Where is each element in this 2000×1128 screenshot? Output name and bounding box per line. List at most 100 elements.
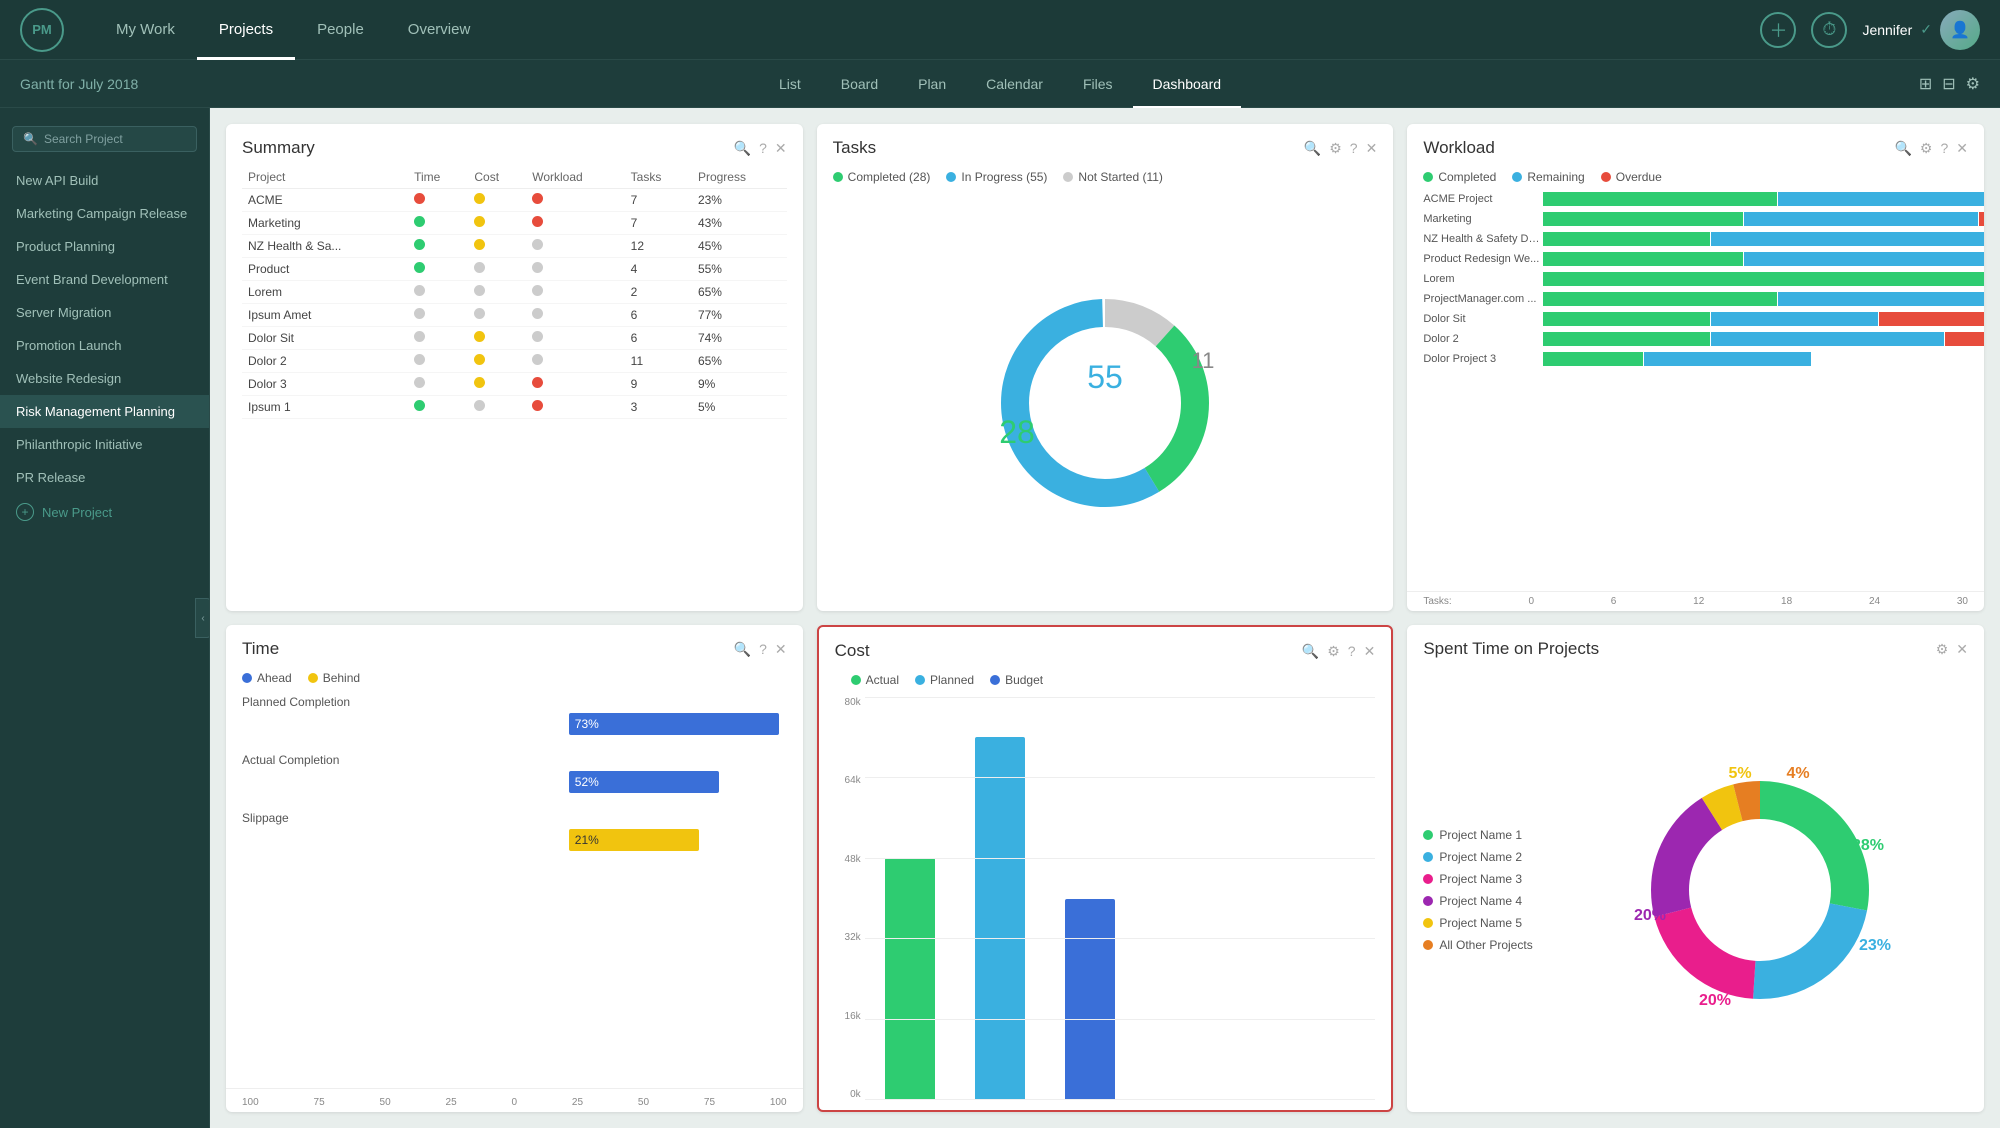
sidebar-item-4[interactable]: Server Migration: [0, 296, 209, 329]
user-menu[interactable]: Jennifer ✓ 👤: [1862, 10, 1980, 50]
tab-board[interactable]: Board: [821, 60, 898, 108]
cell-workload: [526, 373, 624, 396]
timer-button[interactable]: ⏱: [1811, 12, 1847, 48]
cell-tasks: 6: [625, 304, 692, 327]
logo[interactable]: PM: [20, 8, 64, 52]
widget-workload-header: Workload 🔍 ⚙ ? ✕: [1407, 124, 1984, 166]
cell-time: [408, 212, 468, 235]
cost-budget-dot: [990, 675, 1000, 685]
workload-search-icon[interactable]: 🔍: [1894, 140, 1911, 157]
time-bars: Planned Completion 73% Actual Completion: [226, 695, 803, 1088]
settings-icon[interactable]: ⚙: [1966, 74, 1980, 94]
workload-row-label: Dolor 2: [1423, 333, 1543, 345]
cell-workload: [526, 258, 624, 281]
sidebar-item-3[interactable]: Event Brand Development: [0, 263, 209, 296]
cost-legend-actual: Actual: [835, 673, 899, 687]
tasks-donut-container: 55 11 28: [817, 194, 1394, 611]
new-project-button[interactable]: + New Project: [0, 494, 209, 530]
cell-workload: [526, 189, 624, 212]
tasks-close-icon[interactable]: ✕: [1366, 140, 1378, 157]
cell-tasks: 7: [625, 189, 692, 212]
workload-row-label: Lorem: [1423, 273, 1543, 285]
workload-row: Product Redesign We...: [1423, 252, 1968, 266]
workload-close-icon[interactable]: ✕: [1956, 140, 1968, 157]
tab-list[interactable]: List: [759, 60, 821, 108]
workload-row-label: Dolor Sit: [1423, 313, 1543, 325]
filter-icon[interactable]: ⊟: [1942, 74, 1955, 94]
sidebar-collapse-button[interactable]: ‹: [195, 598, 210, 638]
nav-item-overview[interactable]: Overview: [386, 0, 493, 60]
widget-tasks: Tasks 🔍 ⚙ ? ✕ Completed (28) In Progress…: [817, 124, 1394, 611]
nav-item-people[interactable]: People: [295, 0, 386, 60]
summary-search-icon[interactable]: 🔍: [734, 140, 751, 157]
cost-search-icon[interactable]: 🔍: [1302, 643, 1319, 660]
cell-time: [408, 281, 468, 304]
spent-legend-3: Project Name 3: [1423, 872, 1532, 886]
sidebar-item-8[interactable]: Philanthropic Initiative: [0, 428, 209, 461]
tasks-info-icon[interactable]: ?: [1350, 140, 1358, 156]
cell-workload: [526, 396, 624, 419]
tasks-search-icon[interactable]: 🔍: [1304, 140, 1321, 157]
cell-progress: 65%: [692, 350, 787, 373]
cost-info-icon[interactable]: ?: [1348, 643, 1356, 659]
sidebar-item-5[interactable]: Promotion Launch: [0, 329, 209, 362]
main-layout: 🔍 Search Project New API Build Marketing…: [0, 108, 2000, 1128]
cell-progress: 23%: [692, 189, 787, 212]
nav-item-mywork[interactable]: My Work: [94, 0, 197, 60]
cost-close-icon[interactable]: ✕: [1364, 643, 1376, 660]
spent-close-icon[interactable]: ✕: [1956, 641, 1968, 658]
sidebar-item-1[interactable]: Marketing Campaign Release: [0, 197, 209, 230]
time-close-icon[interactable]: ✕: [775, 641, 787, 658]
cost-bar-planned: [975, 737, 1025, 1100]
tab-files[interactable]: Files: [1063, 60, 1133, 108]
time-row-slippage: Slippage 21%: [242, 811, 787, 851]
workload-info-icon[interactable]: ?: [1940, 140, 1948, 156]
summary-info-icon[interactable]: ?: [759, 140, 767, 156]
cost-settings-icon[interactable]: ⚙: [1327, 643, 1340, 660]
workload-row: Marketing: [1423, 212, 1968, 226]
workload-row-label: ProjectManager.com ...: [1423, 293, 1543, 305]
sidebar-item-0[interactable]: New API Build: [0, 164, 209, 197]
cell-progress: 55%: [692, 258, 787, 281]
tasks-settings-icon[interactable]: ⚙: [1329, 140, 1342, 157]
sidebar-item-9[interactable]: PR Release: [0, 461, 209, 494]
cell-workload: [526, 350, 624, 373]
nav-item-projects[interactable]: Projects: [197, 0, 295, 60]
time-ahead-dot: [242, 673, 252, 683]
spent-settings-icon[interactable]: ⚙: [1936, 641, 1949, 658]
workload-legend-remaining: Remaining: [1512, 170, 1584, 184]
sidebar-item-6[interactable]: Website Redesign: [0, 362, 209, 395]
sidebar-item-7[interactable]: Risk Management Planning: [0, 395, 209, 428]
grid-icon[interactable]: ⊞: [1919, 74, 1932, 94]
cell-cost: [468, 327, 526, 350]
cell-project: Ipsum 1: [242, 396, 408, 419]
workload-row-label: Marketing: [1423, 213, 1543, 225]
cell-time: [408, 373, 468, 396]
cell-cost: [468, 258, 526, 281]
add-button[interactable]: ＋: [1760, 12, 1796, 48]
spent-legend-6: All Other Projects: [1423, 938, 1532, 952]
workload-settings-icon[interactable]: ⚙: [1920, 140, 1933, 157]
tasks-donut-chart: 55 11 28: [985, 283, 1225, 523]
tab-calendar[interactable]: Calendar: [966, 60, 1063, 108]
tab-plan[interactable]: Plan: [898, 60, 966, 108]
search-box[interactable]: 🔍 Search Project: [12, 126, 197, 152]
tab-dashboard[interactable]: Dashboard: [1133, 60, 1242, 108]
widget-spent-icons: ⚙ ✕: [1936, 641, 1968, 658]
cell-project: Dolor Sit: [242, 327, 408, 350]
time-search-icon[interactable]: 🔍: [734, 641, 751, 658]
summary-close-icon[interactable]: ✕: [775, 140, 787, 157]
svg-text:4%: 4%: [1787, 765, 1810, 782]
workload-bar: [1543, 232, 1984, 246]
legend-inprogress: In Progress (55): [946, 170, 1047, 184]
widget-cost-title: Cost: [835, 641, 870, 661]
cell-time: [408, 235, 468, 258]
workload-bar: [1543, 272, 1984, 286]
cell-tasks: 9: [625, 373, 692, 396]
spent-legend-2: Project Name 2: [1423, 850, 1532, 864]
cell-tasks: 11: [625, 350, 692, 373]
sidebar-item-2[interactable]: Product Planning: [0, 230, 209, 263]
time-legend-behind: Behind: [308, 671, 360, 685]
time-info-icon[interactable]: ?: [759, 641, 767, 657]
cell-project: Dolor 3: [242, 373, 408, 396]
